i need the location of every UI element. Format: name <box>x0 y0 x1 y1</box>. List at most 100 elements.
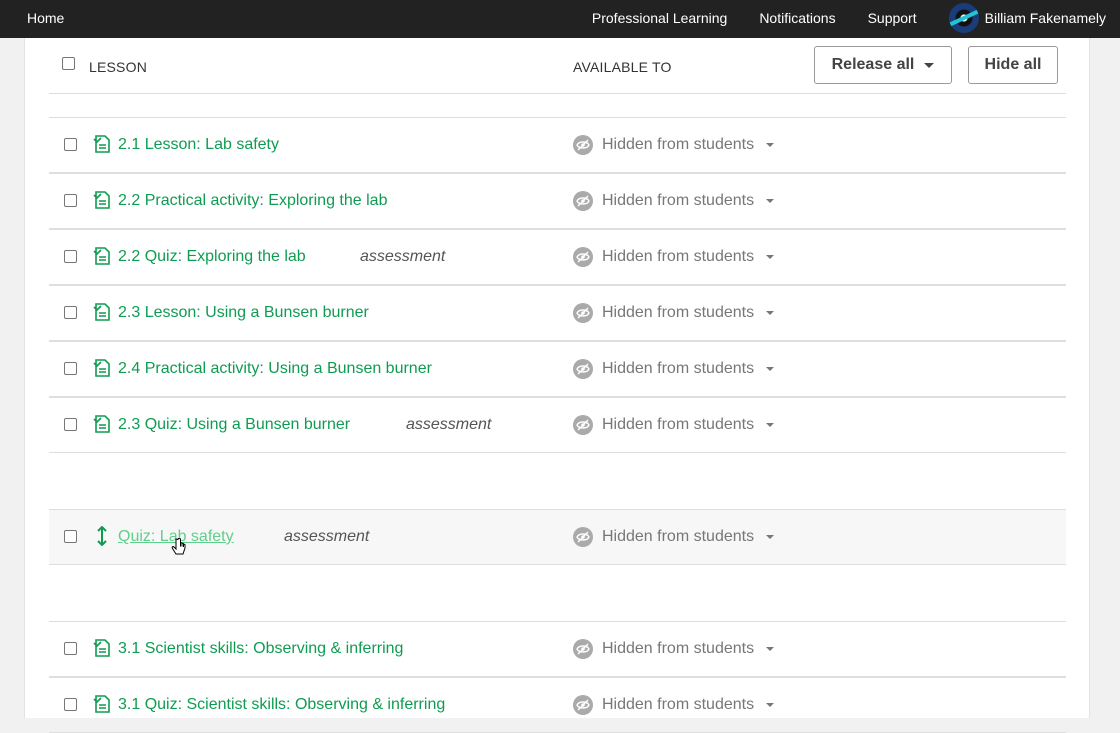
row-checkbox[interactable] <box>64 194 77 207</box>
divider <box>49 285 1066 286</box>
eye-hidden-icon <box>573 527 593 547</box>
caret-down-icon <box>766 703 775 707</box>
lesson-row[interactable]: 2.4 Practical activity: Using a Bunsen b… <box>49 341 1066 397</box>
lesson-title-link[interactable]: 2.2 Quiz: Exploring the lab <box>118 248 306 266</box>
hide-all-button[interactable]: Hide all <box>968 46 1058 84</box>
row-checkbox[interactable] <box>64 138 77 151</box>
select-all-checkbox[interactable] <box>62 57 75 70</box>
lesson-title-link[interactable]: 2.3 Quiz: Using a Bunsen burner <box>118 416 350 434</box>
caret-down-icon <box>766 199 775 203</box>
lesson-row[interactable]: 2.3 Quiz: Using a Bunsen burner assessmen… <box>49 397 1066 453</box>
visibility-label: Hidden from students <box>602 528 755 545</box>
caret-down-icon <box>766 367 775 371</box>
lesson-document-icon <box>93 246 111 266</box>
row-checkbox[interactable] <box>64 418 77 431</box>
nav-notifications-link[interactable]: Notifications <box>759 10 835 26</box>
divider <box>49 93 1066 94</box>
lesson-document-icon <box>93 134 111 154</box>
chevron-down-icon <box>924 62 935 68</box>
visibility-label: Hidden from students <box>602 640 755 657</box>
eye-hidden-icon <box>573 191 593 211</box>
lesson-document-icon <box>93 694 111 714</box>
row-checkbox[interactable] <box>64 642 77 655</box>
hide-all-label: Hide all <box>984 56 1042 73</box>
nav-home-link[interactable]: Home <box>27 0 64 36</box>
divider <box>49 564 1066 565</box>
eye-hidden-icon <box>573 359 593 379</box>
assessment-tag: assessment <box>360 248 446 265</box>
lesson-row[interactable]: 2.3 Lesson: Using a Bunsen burner Hidden … <box>49 285 1066 341</box>
divider <box>49 677 1066 678</box>
lesson-title-link[interactable]: 2.4 Practical activity: Using a Bunsen b… <box>118 360 432 378</box>
lesson-document-icon <box>93 638 111 658</box>
caret-down-icon <box>766 255 775 259</box>
lesson-row[interactable]: 2.2 Quiz: Exploring the lab assessment Hid… <box>49 229 1066 285</box>
assessment-tag: assessment <box>406 416 492 433</box>
top-nav-right: Professional Learning Notifications Supp… <box>592 0 1120 36</box>
caret-down-icon <box>766 423 775 427</box>
user-menu[interactable]: Billiam Fakenamely <box>948 3 1106 33</box>
lesson-row[interactable]: Quiz: Lab safety assessment Hidden from st… <box>49 509 1066 565</box>
visibility-dropdown[interactable]: Hidden from students <box>573 135 775 155</box>
lesson-list-card: LESSON AVAILABLE TO Release all Hide all… <box>24 38 1090 733</box>
nav-professional-learning-link[interactable]: Professional Learning <box>592 10 727 26</box>
lesson-title-link[interactable]: 2.1 Lesson: Lab safety <box>118 136 279 154</box>
divider <box>49 117 1066 118</box>
visibility-dropdown[interactable]: Hidden from students <box>573 415 775 435</box>
row-checkbox[interactable] <box>64 362 77 375</box>
divider <box>49 397 1066 398</box>
visibility-dropdown[interactable]: Hidden from students <box>573 191 775 211</box>
caret-down-icon <box>766 647 775 651</box>
eye-hidden-icon <box>573 135 593 155</box>
user-name: Billiam Fakenamely <box>984 10 1106 26</box>
lesson-title-link[interactable]: 3.1 Quiz: Scientist skills: Observing & … <box>118 696 445 714</box>
eye-hidden-icon <box>573 247 593 267</box>
visibility-label: Hidden from students <box>602 360 755 377</box>
nav-support-link[interactable]: Support <box>868 10 917 26</box>
release-all-label: Release all <box>831 56 915 73</box>
caret-down-icon <box>766 143 775 147</box>
visibility-label: Hidden from students <box>602 696 755 713</box>
eye-hidden-icon <box>573 695 593 715</box>
top-nav-bar: Home Professional Learning Notifications… <box>0 0 1120 38</box>
lesson-row[interactable]: 3.1 Scientist skills: Observing & inferr… <box>49 621 1066 677</box>
lesson-row[interactable]: 2.1 Lesson: Lab safety Hidden from studen… <box>49 117 1066 173</box>
row-checkbox[interactable] <box>64 306 77 319</box>
caret-down-icon <box>766 311 775 315</box>
visibility-dropdown[interactable]: Hidden from students <box>573 695 775 715</box>
caret-down-icon <box>766 535 775 539</box>
lesson-title-link[interactable]: 2.2 Practical activity: Exploring the la… <box>118 192 387 210</box>
divider <box>49 452 1066 453</box>
lesson-document-icon <box>93 302 111 322</box>
lesson-title-link[interactable]: 3.1 Scientist skills: Observing & inferr… <box>118 640 403 658</box>
visibility-label: Hidden from students <box>602 192 755 209</box>
visibility-dropdown[interactable]: Hidden from students <box>573 527 775 547</box>
lesson-document-icon <box>93 190 111 210</box>
lesson-document-icon <box>93 358 111 378</box>
available-to-column-header: AVAILABLE TO <box>573 59 672 75</box>
release-all-button[interactable]: Release all <box>814 46 952 84</box>
row-checkbox[interactable] <box>64 250 77 263</box>
visibility-dropdown[interactable]: Hidden from students <box>573 639 775 659</box>
assessment-tag: assessment <box>284 528 370 545</box>
visibility-dropdown[interactable]: Hidden from students <box>573 247 775 267</box>
lesson-row[interactable]: 2.2 Practical activity: Exploring the la… <box>49 173 1066 229</box>
avatar <box>948 3 979 33</box>
lesson-document-icon <box>93 414 111 434</box>
eye-hidden-icon <box>573 303 593 323</box>
lesson-title-link[interactable]: 2.3 Lesson: Using a Bunsen burner <box>118 304 369 322</box>
divider <box>49 173 1066 174</box>
divider <box>49 341 1066 342</box>
hand-cursor-icon <box>171 538 186 555</box>
visibility-dropdown[interactable]: Hidden from students <box>573 303 775 323</box>
row-checkbox[interactable] <box>64 530 77 543</box>
visibility-label: Hidden from students <box>602 136 755 153</box>
visibility-label: Hidden from students <box>602 248 755 265</box>
lesson-row[interactable]: 3.1 Quiz: Scientist skills: Observing & … <box>49 677 1066 733</box>
visibility-dropdown[interactable]: Hidden from students <box>573 359 775 379</box>
divider <box>49 509 1066 510</box>
visibility-label: Hidden from students <box>602 304 755 321</box>
drag-handle-icon[interactable] <box>93 525 111 547</box>
eye-hidden-icon <box>573 639 593 659</box>
divider <box>49 621 1066 622</box>
